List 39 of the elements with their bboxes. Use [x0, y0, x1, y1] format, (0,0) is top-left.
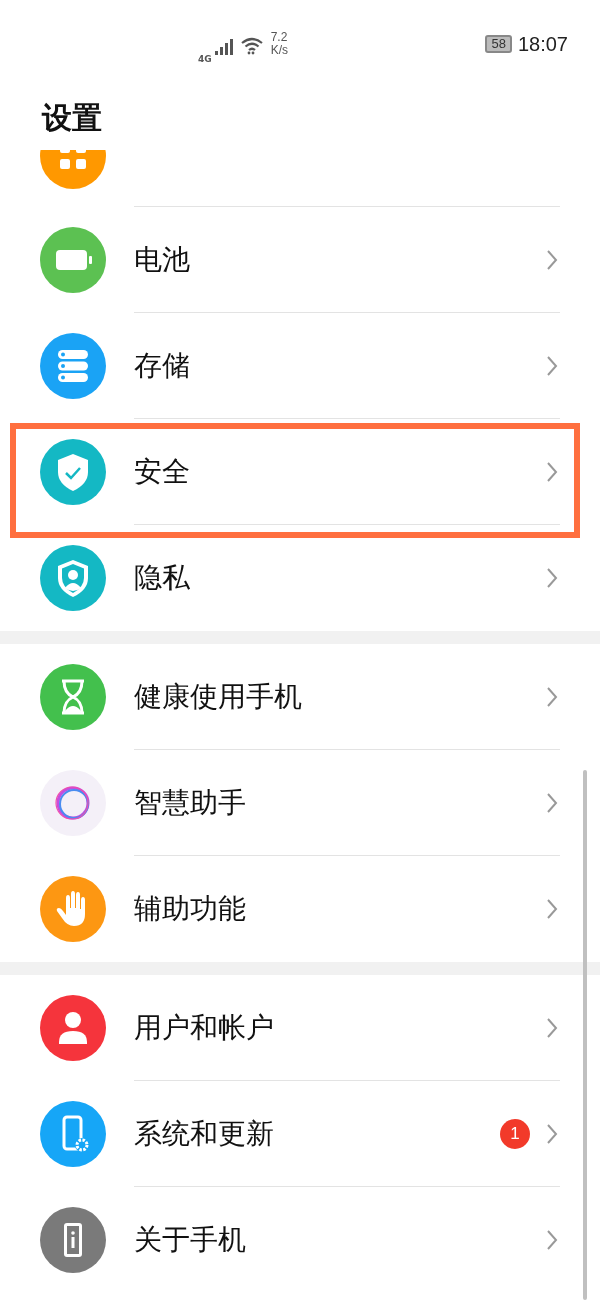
storage-icon: [40, 333, 106, 399]
settings-item[interactable]: 智慧助手: [134, 784, 546, 822]
wifi-icon: [239, 37, 264, 55]
chevron-icon: [546, 1017, 558, 1039]
battery-level: 58: [485, 35, 512, 53]
chevron-icon: [546, 898, 558, 920]
speed-unit: K/s: [270, 44, 288, 57]
chevron-icon: [546, 567, 558, 589]
settings-item[interactable]: 关于手机: [134, 1221, 546, 1259]
speed-value: 7.2: [270, 31, 288, 44]
person-icon: [40, 995, 106, 1061]
settings-item[interactable]: 存储: [134, 347, 546, 385]
chevron-icon: [546, 461, 558, 483]
page-title: 设置: [40, 99, 103, 137]
chevron-icon: [546, 1123, 558, 1145]
chevron-icon: [546, 249, 558, 271]
hourglass-icon: [40, 664, 106, 730]
chevron-icon: [546, 1229, 558, 1251]
clock-time: 18:07: [517, 32, 568, 56]
phone-gear-icon: [40, 1101, 106, 1167]
ring-icon: [40, 770, 106, 836]
settings-item[interactable]: 辅助功能: [134, 890, 546, 928]
chevron-icon: [546, 792, 558, 814]
settings-item[interactable]: 电池: [134, 241, 546, 279]
network-type: 4G: [198, 54, 212, 64]
hand-icon: [40, 876, 106, 942]
shield-person-icon: [40, 545, 106, 611]
shield-check-icon: [40, 439, 106, 505]
phone-info-icon: [40, 1207, 106, 1273]
settings-item[interactable]: 系统和更新: [134, 1115, 500, 1153]
settings-item[interactable]: 健康使用手机: [134, 678, 546, 716]
chevron-icon: [546, 355, 558, 377]
chevron-icon: [546, 686, 558, 708]
signal-icon: [214, 39, 233, 55]
settings-item[interactable]: 安全: [134, 453, 546, 491]
settings-item[interactable]: 隐私: [134, 559, 546, 597]
notification-badge: 1: [500, 1119, 530, 1149]
settings-item[interactable]: 用户和帐户: [134, 1009, 546, 1047]
battery-icon: [40, 227, 106, 293]
